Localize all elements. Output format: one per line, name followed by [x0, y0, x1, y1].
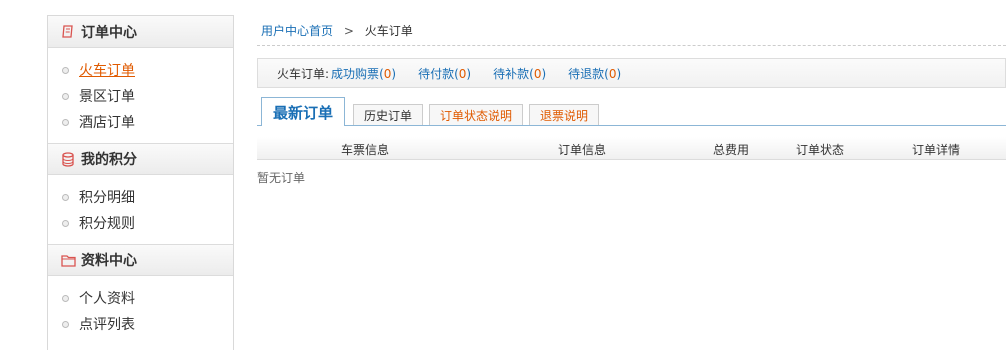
sidebar-item-hotel-orders[interactable]: 酒店订单 — [62, 109, 233, 135]
section-list-points: 积分明细 积分规则 — [48, 175, 233, 244]
sidebar-item-personal-info[interactable]: 个人资料 — [62, 285, 233, 311]
empty-state-text: 暂无订单 — [257, 171, 306, 185]
sidebar-item-label[interactable]: 个人资料 — [79, 288, 135, 308]
filter-pending-refund[interactable]: 待退款(0) — [568, 65, 621, 82]
sidebar-item-label[interactable]: 酒店订单 — [79, 112, 135, 132]
order-filter-bar: 火车订单: 成功购票(0) 待付款(0) 待补款(0) 待退款(0) — [257, 58, 1006, 88]
sidebar-item-label[interactable]: 积分规则 — [79, 213, 135, 233]
column-header-total-cost: 总费用 — [713, 143, 750, 157]
tab-history-orders[interactable]: 历史订单 — [353, 104, 424, 126]
filter-item-label[interactable]: 待付款 — [418, 67, 454, 81]
section-list-order: 火车订单 景区订单 酒店订单 — [48, 48, 233, 143]
breadcrumb-home-link[interactable]: 用户中心首页 — [261, 24, 333, 38]
bullet-icon — [62, 118, 69, 126]
tab-refund-help[interactable]: 退票说明 — [529, 104, 600, 126]
bullet-icon — [62, 193, 69, 201]
column-header-order-details: 订单详情 — [912, 143, 961, 157]
sidebar: 订单中心 火车订单 景区订单 酒店订单 我的积分 积分明细 积分规则 资料中心 … — [47, 15, 234, 350]
filter-pending-payment[interactable]: 待付款(0) — [418, 65, 471, 82]
sidebar-item-scenic-orders[interactable]: 景区订单 — [62, 83, 233, 109]
section-title: 资料中心 — [81, 253, 137, 269]
filter-item-label[interactable]: 待退款 — [568, 67, 604, 81]
sidebar-item-label[interactable]: 火车订单 — [79, 60, 135, 80]
bullet-icon — [62, 92, 69, 100]
filter-item-label[interactable]: 成功购票 — [331, 67, 379, 81]
bullet-icon — [62, 320, 69, 328]
bullet-icon — [62, 219, 69, 227]
sidebar-item-label[interactable]: 点评列表 — [79, 314, 135, 334]
sidebar-item-label[interactable]: 积分明细 — [79, 187, 135, 207]
section-title: 我的积分 — [81, 152, 137, 168]
section-header-order-center: 订单中心 — [48, 16, 233, 48]
order-tabs: 最新订单 历史订单 订单状态说明 退票说明 — [261, 97, 605, 126]
divider — [257, 45, 1006, 46]
column-header-ticket-info: 车票信息 — [341, 143, 390, 157]
section-title: 订单中心 — [81, 24, 137, 41]
tab-order-status-help[interactable]: 订单状态说明 — [429, 104, 524, 126]
section-list-profile: 个人资料 点评列表 — [48, 276, 233, 345]
order-table-header: 车票信息 订单信息 总费用 订单状态 订单详情 — [257, 137, 1006, 160]
filter-pending-supplement[interactable]: 待补款(0) — [493, 65, 546, 82]
bullet-icon — [62, 66, 69, 74]
sidebar-item-points-rules[interactable]: 积分规则 — [62, 210, 233, 236]
coins-icon — [60, 151, 76, 167]
sidebar-item-label[interactable]: 景区订单 — [79, 86, 135, 106]
sidebar-item-review-list[interactable]: 点评列表 — [62, 311, 233, 337]
column-header-order-info: 订单信息 — [558, 143, 607, 157]
folder-icon — [60, 252, 76, 268]
filter-item-label[interactable]: 待补款 — [493, 67, 529, 81]
breadcrumb: 用户中心首页 > 火车订单 — [261, 22, 413, 39]
column-header-order-status: 订单状态 — [796, 143, 845, 157]
filter-success-tickets[interactable]: 成功购票(0) — [331, 65, 396, 82]
breadcrumb-current: 火车订单 — [364, 24, 413, 38]
tab-latest-orders[interactable]: 最新订单 — [261, 97, 346, 126]
section-header-my-points: 我的积分 — [48, 143, 233, 175]
filter-label: 火车订单: — [277, 66, 330, 81]
sidebar-item-train-orders[interactable]: 火车订单 — [62, 57, 233, 83]
bullet-icon — [62, 294, 69, 302]
breadcrumb-separator: > — [343, 24, 354, 38]
order-icon — [60, 24, 76, 40]
section-header-profile-center: 资料中心 — [48, 244, 233, 276]
tab-underline — [257, 125, 1006, 126]
sidebar-item-points-detail[interactable]: 积分明细 — [62, 184, 233, 210]
